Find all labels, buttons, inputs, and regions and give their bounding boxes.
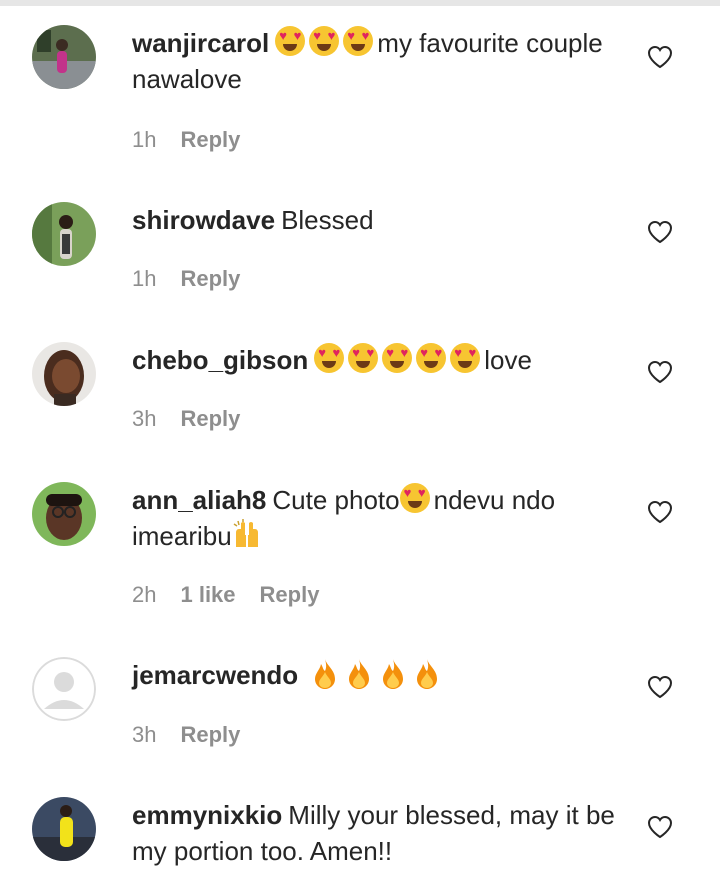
- comment-username[interactable]: wanjircarol: [132, 28, 269, 58]
- heart-eyes-emoji: [343, 26, 374, 56]
- comment-text: ann_aliah8Cute photondevu ndo imearibu: [132, 482, 622, 554]
- heart-outline-icon[interactable]: [647, 500, 673, 524]
- comment-time: 3h: [132, 406, 157, 431]
- heart-outline-icon[interactable]: [647, 45, 673, 69]
- comment-meta: 2h 1 like Reply: [132, 580, 343, 610]
- comment-text: jemarcwendo: [132, 657, 622, 693]
- comment-time: 3h: [132, 722, 157, 747]
- comment-meta: 3h Reply: [132, 720, 264, 750]
- avatar[interactable]: [32, 482, 96, 546]
- comment-text: shirowdave Blessed: [132, 202, 622, 238]
- like-count[interactable]: 1 like: [180, 582, 235, 607]
- comment-username[interactable]: chebo_gibson: [132, 345, 308, 375]
- heart-eyes-emoji: [314, 343, 345, 373]
- avatar[interactable]: [32, 342, 96, 406]
- comment-username[interactable]: shirowdave: [132, 205, 275, 235]
- comment-body-start: Cute photo: [272, 485, 400, 515]
- heart-eyes-emoji: [399, 483, 430, 513]
- reply-button[interactable]: Reply: [180, 127, 240, 152]
- avatar[interactable]: [32, 202, 96, 266]
- heart-eyes-emoji: [348, 343, 379, 373]
- avatar[interactable]: [32, 797, 96, 861]
- comment-username[interactable]: emmynixkio: [132, 800, 282, 830]
- reply-button[interactable]: Reply: [260, 582, 320, 607]
- heart-outline-icon[interactable]: [647, 220, 673, 244]
- raising-hands-emoji: [232, 519, 262, 549]
- reply-button[interactable]: Reply: [180, 406, 240, 431]
- comment-body: Blessed: [281, 205, 374, 235]
- comment-text: emmynixkio Milly your blessed, may it be …: [132, 797, 622, 869]
- comment-time: 1h: [132, 127, 157, 152]
- avatar[interactable]: [32, 25, 96, 89]
- heart-outline-icon[interactable]: [647, 360, 673, 384]
- comment-text: wanjircarolmy favourite couple nawalove: [132, 25, 622, 97]
- heart-eyes-emoji: [416, 343, 447, 373]
- comment-username[interactable]: ann_aliah8: [132, 485, 266, 515]
- comment-text: chebo_gibson love: [132, 342, 622, 378]
- fire-emoji: [413, 658, 441, 690]
- comment-meta: 1h Reply: [132, 264, 264, 294]
- fire-emoji: [345, 658, 373, 690]
- reply-button[interactable]: Reply: [180, 722, 240, 747]
- heart-eyes-emoji: [450, 343, 481, 373]
- fire-emoji: [379, 658, 407, 690]
- heart-eyes-emoji: [309, 26, 340, 56]
- comment-time: 2h: [132, 582, 157, 607]
- comment-username[interactable]: jemarcwendo: [132, 660, 298, 690]
- comment-body: love: [484, 345, 532, 375]
- comment-time: 1h: [132, 266, 157, 291]
- fire-emoji: [311, 658, 339, 690]
- comment-meta: 3h Reply: [132, 404, 264, 434]
- comment-meta: 1h Reply: [132, 125, 264, 155]
- heart-eyes-emoji: [275, 26, 306, 56]
- heart-eyes-emoji: [382, 343, 413, 373]
- reply-button[interactable]: Reply: [180, 266, 240, 291]
- heart-outline-icon[interactable]: [647, 815, 673, 839]
- heart-outline-icon[interactable]: [647, 675, 673, 699]
- avatar[interactable]: [32, 657, 96, 721]
- top-divider: [0, 0, 720, 6]
